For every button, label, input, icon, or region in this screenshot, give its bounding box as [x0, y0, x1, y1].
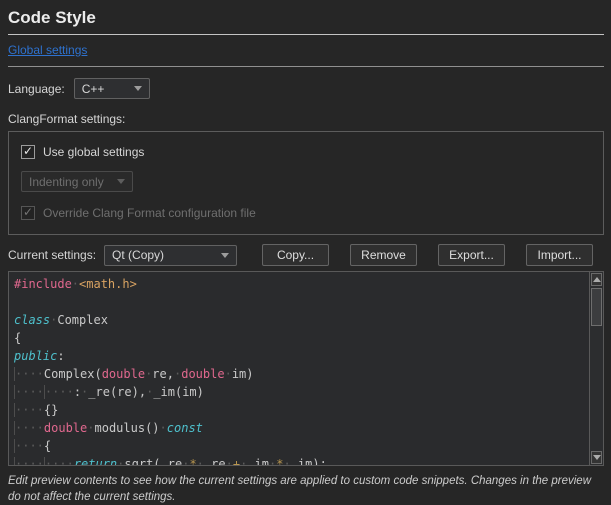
copy-button[interactable]: Copy... [262, 244, 329, 266]
global-settings-link[interactable]: Global settings [8, 43, 87, 57]
override-clangformat-label: Override Clang Format configuration file [43, 206, 256, 220]
code-line: ····double·modulus()·const [14, 419, 603, 437]
clangformat-settings-label: ClangFormat settings: [8, 112, 604, 126]
code-style-settings-page: Code Style Global settings Language: C++… [0, 0, 611, 498]
code-line: class·Complex [14, 311, 603, 329]
code-preview-editor[interactable]: #include·<math.h>class·Complex{public:··… [8, 271, 604, 466]
code-line: ····{ [14, 437, 603, 455]
global-settings-link-row: Global settings [8, 35, 604, 66]
code-area: #include·<math.h>class·Complex{public:··… [14, 275, 603, 466]
scroll-down-icon[interactable] [591, 451, 602, 464]
remove-button[interactable]: Remove [350, 244, 417, 266]
code-line: ········return·sqrt(_re·*·_re·+·_im·*·_i… [14, 455, 603, 466]
scrollbar-thumb[interactable] [591, 288, 602, 326]
export-button[interactable]: Export... [438, 244, 505, 266]
use-global-settings-checkbox[interactable]: ✓ Use global settings [21, 145, 591, 159]
code-line: ····Complex(double·re,·double·im) [14, 365, 603, 383]
vertical-scrollbar[interactable] [589, 272, 603, 465]
code-line [14, 293, 603, 311]
clangformat-groupbox: ✓ Use global settings Indenting only ✓ O… [8, 131, 604, 235]
page-title: Code Style [8, 8, 604, 28]
chevron-down-icon [134, 86, 142, 91]
current-settings-select[interactable]: Qt (Copy) [104, 245, 237, 266]
check-icon: ✓ [23, 145, 33, 157]
code-line: #include·<math.h> [14, 275, 603, 293]
scroll-up-icon[interactable] [591, 273, 602, 286]
chevron-down-icon [117, 179, 125, 184]
link-divider [8, 66, 604, 67]
checkbox-box: ✓ [21, 145, 35, 159]
current-settings-row: Current settings: Qt (Copy) Copy... Remo… [8, 244, 604, 266]
language-select[interactable]: C++ [74, 78, 150, 99]
chevron-down-icon [221, 253, 229, 258]
current-settings-label: Current settings: [8, 248, 96, 262]
override-clangformat-checkbox: ✓ Override Clang Format configuration fi… [21, 206, 591, 220]
code-line: ····{} [14, 401, 603, 419]
current-settings-value: Qt (Copy) [112, 248, 164, 262]
use-global-settings-label: Use global settings [43, 145, 144, 159]
language-row: Language: C++ [8, 78, 604, 99]
code-line: public: [14, 347, 603, 365]
import-button[interactable]: Import... [526, 244, 593, 266]
checkbox-box: ✓ [21, 206, 35, 220]
check-icon: ✓ [23, 206, 33, 218]
language-label: Language: [8, 82, 65, 96]
clangformat-mode-select: Indenting only [21, 171, 133, 192]
language-select-value: C++ [82, 82, 105, 96]
settings-button-group: Copy... Remove Export... Import... [262, 244, 593, 266]
footer-note: Edit preview contents to see how the cur… [8, 473, 604, 505]
code-line: ········:·_re(re),·_im(im) [14, 383, 603, 401]
code-line: { [14, 329, 603, 347]
clangformat-mode-value: Indenting only [29, 175, 104, 189]
